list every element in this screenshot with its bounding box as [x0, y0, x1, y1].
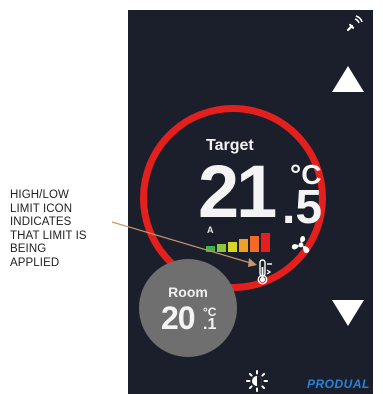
- fan-speed-bar: [228, 242, 237, 252]
- annotation-text: HIGH/LOW LIMIT ICON INDICATES THAT LIMIT…: [10, 189, 130, 271]
- brand-logo: PRODUAL: [307, 377, 370, 391]
- fan-speed-bar: [261, 233, 270, 252]
- gps-signal-icon: [346, 15, 363, 32]
- fan-speed-bar: [239, 239, 248, 252]
- target-temperature-decimal: .5: [282, 181, 323, 234]
- target-temperature-integer: 21: [198, 150, 277, 233]
- room-temperature-integer: 20: [161, 300, 196, 336]
- fan-icon[interactable]: [288, 232, 314, 258]
- fan-speed-bars: [206, 232, 286, 252]
- annotation-line: LIMIT ICON: [10, 202, 73, 215]
- room-temperature-bubble: Room 20 °C .1: [139, 259, 237, 357]
- fan-speed-bar: [217, 244, 226, 252]
- annotation-line: INDICATES: [10, 216, 72, 229]
- annotation-line: HIGH/LOW: [10, 189, 69, 201]
- arrow-up-icon[interactable]: [332, 66, 364, 92]
- annotation-line: THAT LIMIT IS: [10, 229, 87, 242]
- room-label: Room: [168, 284, 208, 300]
- fan-speed-bar: [206, 246, 215, 252]
- brightness-icon[interactable]: [246, 370, 268, 392]
- arrow-down-icon[interactable]: [332, 300, 364, 326]
- annotation-line: BEING: [10, 243, 47, 256]
- fan-speed-bar: [250, 236, 259, 252]
- room-temperature-decimal: .1: [203, 316, 217, 333]
- thermostat-screen: Target 21 °C .5 A Room 20 °C .1 PRODUAL: [128, 10, 373, 394]
- thermometer-limit-icon: [257, 259, 272, 285]
- annotation-line: APPLIED: [10, 256, 60, 269]
